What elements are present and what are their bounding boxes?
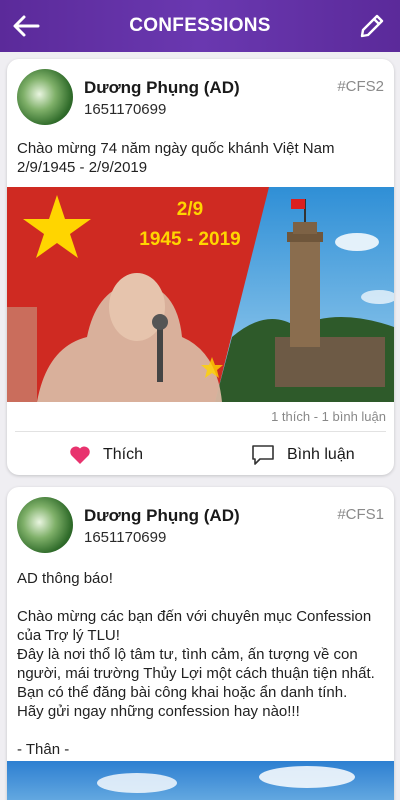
post-tag: #CFS1	[337, 506, 384, 523]
post-image[interactable]: 2/9 1945 - 2019	[7, 187, 394, 402]
avatar[interactable]	[17, 497, 73, 553]
post-author[interactable]: Dương Phụng (AD)	[84, 506, 240, 526]
divider	[15, 431, 386, 432]
post-stats: 1 thích - 1 bình luận	[271, 409, 386, 424]
post-card[interactable]: Dương Phụng (AD) 1651170699 #CFS1 AD thô…	[7, 487, 394, 800]
like-button[interactable]: Thích	[69, 441, 143, 469]
page-title: CONFESSIONS	[129, 15, 271, 36]
post-tag: #CFS2	[337, 78, 384, 95]
post-image[interactable]	[7, 761, 394, 800]
post-user-id: 1651170699	[84, 529, 167, 546]
app-bar: CONFESSIONS	[0, 0, 400, 52]
image-date-text: 2/9	[177, 199, 203, 220]
post-card[interactable]: Dương Phụng (AD) 1651170699 #CFS2 Chào m…	[7, 59, 394, 475]
comment-button[interactable]: Bình luận	[251, 441, 355, 469]
comment-label: Bình luận	[287, 446, 355, 463]
like-label: Thích	[103, 446, 144, 463]
post-user-id: 1651170699	[84, 101, 167, 118]
comment-icon	[252, 445, 274, 465]
heart-icon	[70, 446, 90, 464]
image-years-text: 1945 - 2019	[139, 229, 240, 250]
post-text: Chào mừng 74 năm ngày quốc khánh Việt Na…	[17, 140, 335, 176]
arrow-left-icon[interactable]	[10, 10, 42, 42]
post-text: AD thông báo! Chào mừng các bạn đến với …	[17, 570, 375, 758]
avatar[interactable]	[17, 69, 73, 125]
pencil-icon[interactable]	[358, 12, 386, 40]
post-author[interactable]: Dương Phụng (AD)	[84, 78, 240, 98]
